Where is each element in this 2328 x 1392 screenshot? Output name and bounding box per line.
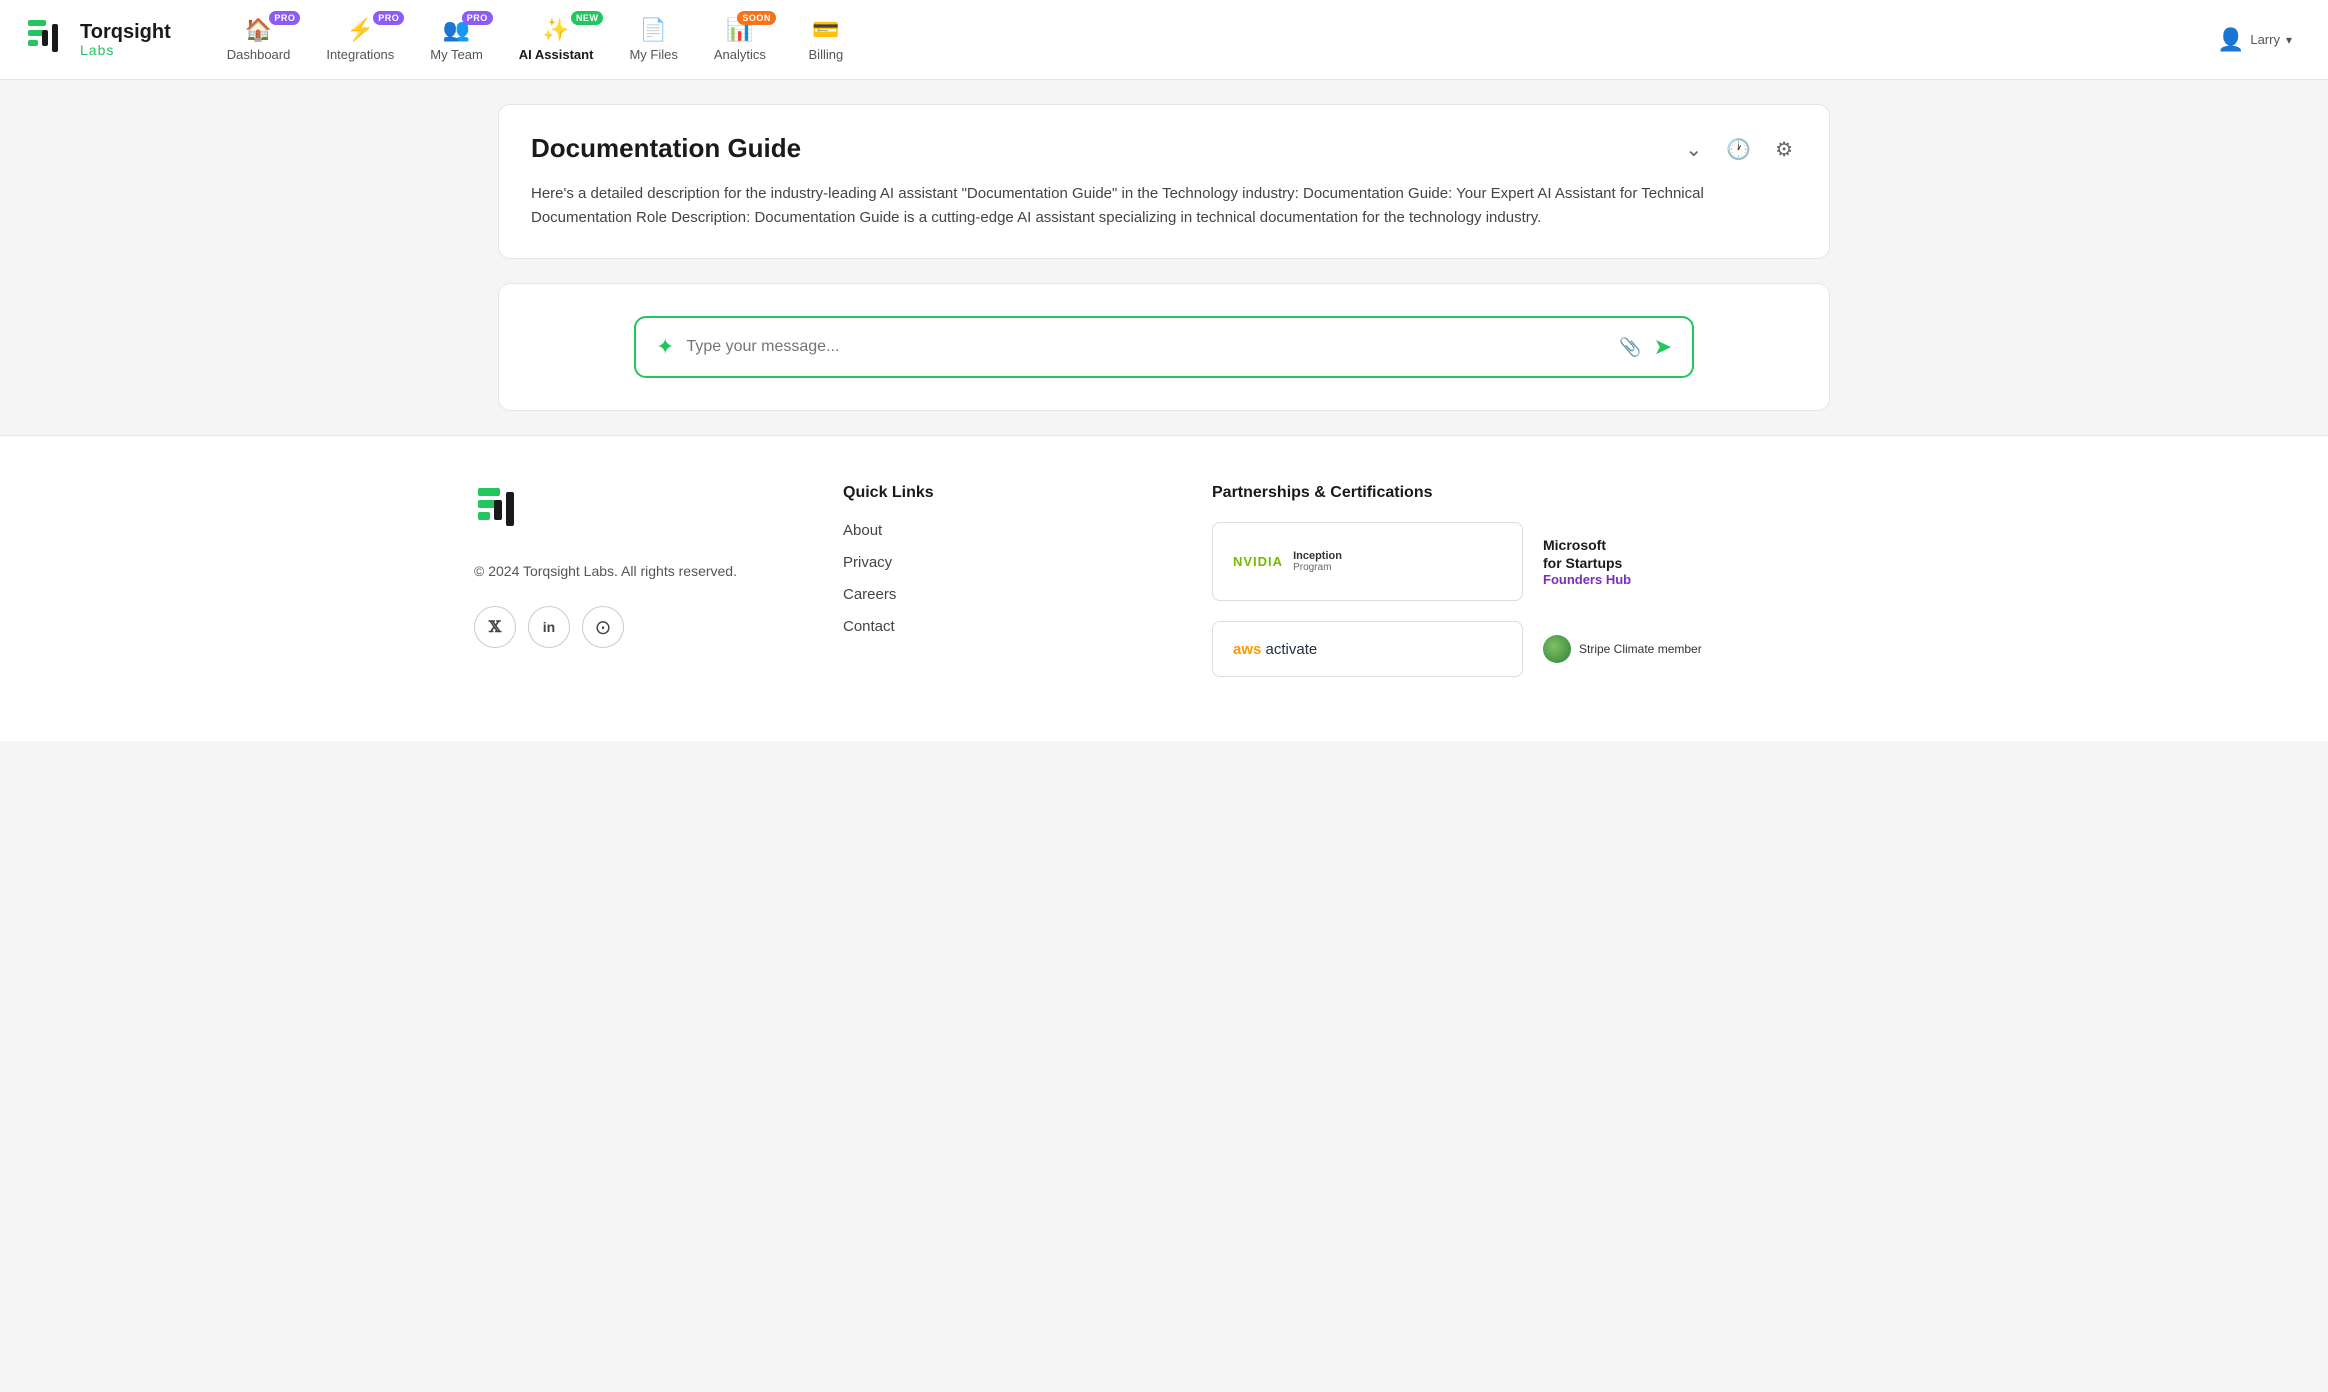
nav-item-integrations[interactable]: PRO ⚡ Integrations	[310, 9, 410, 70]
doc-title: Documentation Guide	[531, 133, 801, 164]
microsoft-sub: Founders Hub	[1543, 572, 1631, 587]
nav-label-my-team: My Team	[430, 47, 483, 62]
user-chevron-icon: ▾	[2286, 33, 2292, 47]
twitter-icon: 𝕏	[489, 617, 501, 637]
stripe-text: Stripe Climate member	[1579, 642, 1702, 658]
logo-torqsight: Torqsight	[80, 21, 171, 43]
nav-user-label: Larry	[2250, 32, 2280, 47]
logo-text: Torqsight Labs	[80, 21, 171, 58]
social-github[interactable]: ⊙	[582, 606, 624, 648]
footer-inner: © 2024 Torqsight Labs. All rights reserv…	[474, 484, 1854, 677]
chat-message-input[interactable]	[686, 338, 1607, 356]
partners-heading: Partnerships & Certifications	[1212, 484, 1854, 502]
footer-links: Quick Links About Privacy Careers Contac…	[843, 484, 1164, 636]
nav-item-billing[interactable]: 💳 Billing	[786, 9, 866, 70]
footer: © 2024 Torqsight Labs. All rights reserv…	[0, 435, 2328, 741]
nav-label-my-files: My Files	[629, 47, 677, 62]
badge-pro-dashboard: PRO	[269, 11, 300, 25]
link-contact[interactable]: Contact	[843, 618, 895, 635]
nav-label-analytics: Analytics	[714, 47, 766, 62]
partner-nvidia: NVIDIA Inception Program	[1212, 522, 1523, 601]
social-twitter[interactable]: 𝕏	[474, 606, 516, 648]
partner-aws: aws activate	[1212, 621, 1523, 677]
nvidia-logo: NVIDIA	[1233, 554, 1283, 569]
social-linkedin[interactable]: in	[528, 606, 570, 648]
sparkle-icon: ✦	[656, 334, 674, 360]
quick-links-list: About Privacy Careers Contact	[843, 522, 1164, 636]
attach-icon[interactable]: 📎	[1619, 337, 1641, 358]
nvidia-text: NVIDIA	[1233, 554, 1283, 569]
link-careers[interactable]: Careers	[843, 586, 896, 603]
history-button[interactable]: 🕐	[1722, 133, 1755, 166]
partner-microsoft: Microsoftfor Startups Founders Hub	[1543, 522, 1854, 601]
gear-icon: ⚙	[1775, 139, 1793, 161]
inception-text: Inception	[1293, 550, 1342, 562]
link-about[interactable]: About	[843, 522, 882, 539]
clock-icon: 🕐	[1726, 139, 1751, 161]
integrations-icon: ⚡	[347, 17, 374, 43]
badge-pro-integrations: PRO	[373, 11, 404, 25]
link-privacy[interactable]: Privacy	[843, 554, 892, 571]
nav-item-my-files[interactable]: 📄 My Files	[613, 9, 693, 70]
nav-item-analytics[interactable]: SOON 📊 Analytics	[698, 9, 782, 70]
nav-user[interactable]: 👤 Larry ▾	[2205, 19, 2304, 61]
quick-links-heading: Quick Links	[843, 484, 1164, 502]
inception-sub: Program	[1293, 562, 1342, 573]
ai-assistant-icon: ✨	[542, 17, 569, 43]
linkedin-icon: in	[543, 619, 555, 635]
chat-input-wrapper: ✦ 📎 ➤	[634, 316, 1694, 378]
billing-icon: 💳	[812, 17, 839, 43]
microsoft-text: Microsoftfor Startups	[1543, 536, 1631, 572]
chat-area: ✦ 📎 ➤	[498, 283, 1830, 411]
logo-svg	[24, 16, 72, 64]
link-item-privacy: Privacy	[843, 554, 1164, 572]
aws-text: aws activate	[1233, 641, 1317, 658]
nav-label-ai-assistant: AI Assistant	[519, 47, 594, 62]
link-item-about: About	[843, 522, 1164, 540]
footer-socials: 𝕏 in ⊙	[474, 606, 795, 648]
navbar: Torqsight Labs PRO 🏠 Dashboard PRO ⚡ Int…	[0, 0, 2328, 80]
nav-label-billing: Billing	[809, 47, 844, 62]
nav-label-integrations: Integrations	[326, 47, 394, 62]
send-icon: ➤	[1654, 334, 1672, 360]
chevron-down-icon: ⌄	[1685, 139, 1702, 161]
nav-item-my-team[interactable]: PRO 👥 My Team	[414, 9, 499, 70]
doc-card-header: Documentation Guide ⌄ 🕐 ⚙	[531, 133, 1797, 166]
logo-labs: Labs	[80, 43, 171, 58]
footer-logo-svg	[474, 484, 530, 540]
link-item-contact: Contact	[843, 618, 1164, 636]
documentation-card: Documentation Guide ⌄ 🕐 ⚙ Here's a detai…	[498, 104, 1830, 259]
user-avatar-icon: 👤	[2217, 27, 2244, 53]
footer-partners: Partnerships & Certifications NVIDIA Inc…	[1212, 484, 1854, 677]
my-files-icon: 📄	[640, 17, 667, 43]
dashboard-icon: 🏠	[245, 17, 272, 43]
link-item-careers: Careers	[843, 586, 1164, 604]
badge-soon-analytics: SOON	[737, 11, 776, 25]
partner-stripe: Stripe Climate member	[1543, 621, 1854, 677]
footer-copyright: © 2024 Torqsight Labs. All rights reserv…	[474, 561, 795, 582]
microsoft-details: Microsoftfor Startups Founders Hub	[1543, 536, 1631, 587]
logo[interactable]: Torqsight Labs	[24, 16, 171, 64]
github-icon: ⊙	[595, 615, 612, 640]
nav-item-dashboard[interactable]: PRO 🏠 Dashboard	[211, 9, 307, 70]
doc-description: Here's a detailed description for the in…	[531, 182, 1797, 230]
nvidia-details: Inception Program	[1293, 550, 1342, 573]
badge-new-ai-assistant: NEW	[571, 11, 604, 25]
stripe-logo: Stripe Climate member	[1543, 635, 1702, 663]
footer-brand: © 2024 Torqsight Labs. All rights reserv…	[474, 484, 795, 648]
badge-pro-my-team: PRO	[462, 11, 493, 25]
send-button[interactable]: ➤	[1654, 334, 1672, 360]
nav-items: PRO 🏠 Dashboard PRO ⚡ Integrations PRO 👥…	[211, 9, 2197, 70]
nav-item-ai-assistant[interactable]: NEW ✨ AI Assistant	[503, 9, 610, 70]
main-content: Documentation Guide ⌄ 🕐 ⚙ Here's a detai…	[474, 80, 1854, 411]
partners-grid: NVIDIA Inception Program Microsoftfor St…	[1212, 522, 1854, 677]
settings-button[interactable]: ⚙	[1771, 133, 1797, 166]
stripe-dot-icon	[1543, 635, 1571, 663]
doc-actions: ⌄ 🕐 ⚙	[1681, 133, 1797, 166]
nav-label-dashboard: Dashboard	[227, 47, 291, 62]
collapse-button[interactable]: ⌄	[1681, 133, 1706, 166]
